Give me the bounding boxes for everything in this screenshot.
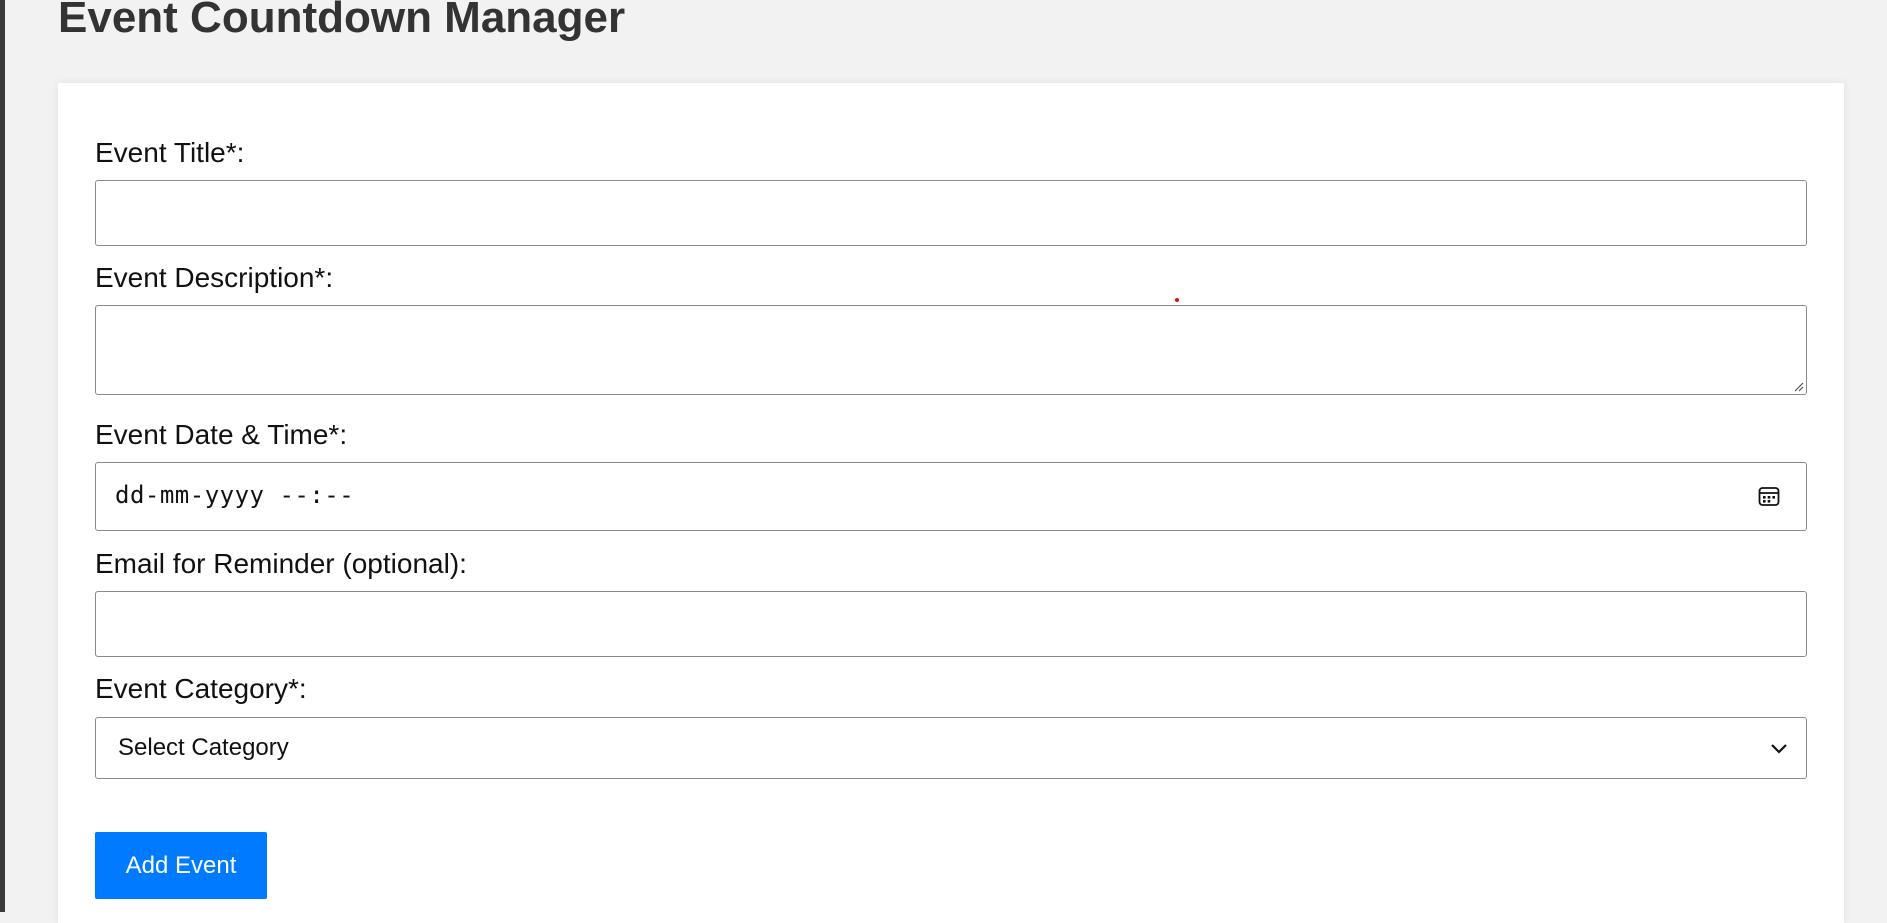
resize-grip-icon[interactable] [1792, 380, 1804, 392]
event-title-input[interactable] [96, 181, 1806, 245]
category-selected-value: Select Category [118, 734, 289, 761]
page-title: Event Countdown Manager [58, 0, 626, 42]
event-description-textarea[interactable] [96, 306, 1806, 394]
event-datetime-input[interactable]: dd-mm-yyyy --:-- [95, 462, 1807, 531]
event-form-card: Event Title*: Event Description*: Event … [58, 83, 1844, 923]
add-event-button[interactable]: Add Event [95, 832, 267, 899]
event-category-select[interactable]: Select Category [95, 717, 1807, 779]
event-category-label: Event Category*: [95, 673, 307, 704]
event-title-field[interactable] [95, 180, 1807, 246]
reminder-email-input[interactable] [96, 592, 1806, 656]
event-title-label: Event Title*: [95, 137, 245, 168]
reminder-email-field[interactable] [95, 591, 1807, 657]
window-left-edge [0, 0, 5, 912]
event-description-label: Event Description*: [95, 262, 334, 293]
chevron-down-icon [1771, 744, 1787, 754]
calendar-icon[interactable] [1758, 485, 1780, 507]
event-datetime-label: Event Date & Time*: [95, 419, 348, 450]
datetime-placeholder: dd-mm-yyyy --:-- [115, 481, 355, 509]
reminder-email-label: Email for Reminder (optional): [95, 548, 467, 579]
event-description-field[interactable] [95, 305, 1807, 395]
cursor-dot [1175, 298, 1179, 302]
